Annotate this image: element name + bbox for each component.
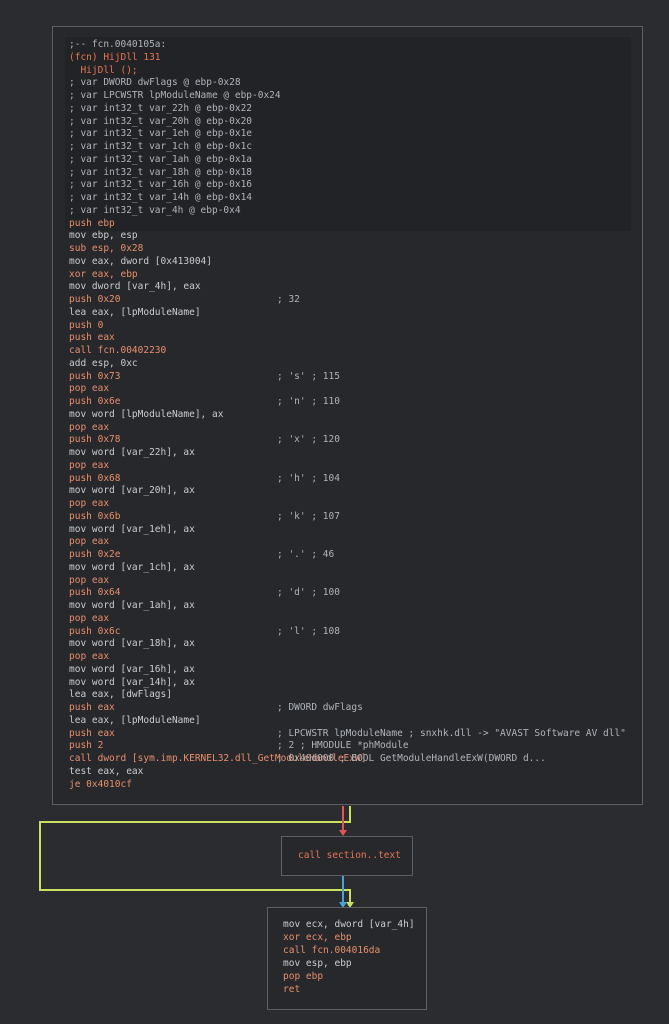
epilogue-line[interactable]: mov esp, ebp bbox=[283, 958, 352, 970]
header-line: ; var int32_t var_1ah @ ebp-0x1a bbox=[69, 153, 253, 165]
header-line: ; var DWORD dwFlags @ ebp-0x28 bbox=[69, 77, 241, 89]
instruction-line[interactable]: push 0 bbox=[69, 320, 103, 332]
instruction-comment: ; '.' ; 46 bbox=[277, 549, 335, 560]
instruction-line[interactable]: push 0x68 bbox=[69, 473, 120, 485]
header-line: ; var int32_t var_16h @ ebp-0x16 bbox=[69, 179, 253, 191]
instruction-line[interactable]: mov word [var_1ah], ax bbox=[69, 600, 195, 612]
instruction-comment: ; DWORD dwFlags bbox=[277, 702, 363, 713]
instruction-line[interactable]: call fcn.00402230 bbox=[69, 345, 166, 357]
instruction-line[interactable]: xor eax, ebp bbox=[69, 269, 138, 281]
epilogue-line[interactable]: call fcn.004016da bbox=[283, 945, 380, 957]
instruction-comment: ; LPCWSTR lpModuleName ; snxhk.dll -> "A… bbox=[277, 727, 626, 739]
instruction-comment: ; 2 ; HMODULE *phModule bbox=[277, 740, 409, 752]
instruction-line[interactable]: mov word [var_16h], ax bbox=[69, 664, 195, 676]
instruction-line[interactable]: mov word [lpModuleName], ax bbox=[69, 409, 223, 421]
instruction-comment: ; 0x40d000 ; BOOL GetModuleHandleExW(DWO… bbox=[277, 753, 546, 764]
instruction-line[interactable]: mov word [var_18h], ax bbox=[69, 638, 195, 650]
instruction-line[interactable]: pop eax bbox=[69, 422, 109, 434]
header-line: ; var int32_t var_1ch @ ebp-0x1c bbox=[69, 141, 253, 152]
instruction-line[interactable]: mov word [var_22h], ax bbox=[69, 447, 195, 459]
instruction-line[interactable]: test eax, eax bbox=[69, 766, 143, 778]
instruction-line[interactable]: push 0x2e bbox=[69, 549, 120, 561]
instruction-line[interactable]: sub esp, 0x28 bbox=[69, 243, 143, 255]
basic-block-epilogue[interactable]: mov ecx, dword [var_4h] xor ecx, ebp call … bbox=[267, 907, 427, 1010]
mid-instruction: call section..text bbox=[298, 850, 401, 861]
instruction-line[interactable]: mov word [var_1ch], ax bbox=[69, 562, 195, 574]
epilogue-line[interactable]: mov ecx, dword [var_4h] bbox=[283, 919, 415, 931]
instruction-line[interactable]: mov eax, dword [0x413004] bbox=[69, 256, 212, 268]
basic-block-call-section[interactable]: call section..text bbox=[281, 836, 413, 876]
instruction-line[interactable]: push 0x6b bbox=[69, 511, 120, 523]
epilogue-line[interactable]: ret bbox=[283, 984, 300, 996]
instruction-line[interactable]: add esp, 0xc bbox=[69, 358, 138, 370]
epilogue-line[interactable]: xor ecx, ebp bbox=[283, 932, 352, 944]
instruction-comment: ; 'h' ; 104 bbox=[277, 472, 340, 484]
instruction-line[interactable]: push ebp bbox=[69, 218, 115, 230]
header-line: ; var int32_t var_4h @ ebp-0x4 bbox=[69, 204, 241, 216]
instruction-line[interactable]: push 2 bbox=[69, 740, 103, 752]
instruction-line[interactable]: mov dword [var_4h], eax bbox=[69, 281, 201, 293]
instruction-line[interactable]: push 0x73 bbox=[69, 371, 120, 383]
header-line: ; var int32_t var_18h @ ebp-0x18 bbox=[69, 166, 253, 178]
instruction-line[interactable]: push 0x78 bbox=[69, 434, 120, 446]
header-line: ; var int32_t var_20h @ ebp-0x20 bbox=[69, 115, 253, 127]
header-line: ; var int32_t var_1eh @ ebp-0x1e bbox=[69, 128, 253, 140]
instruction-line[interactable]: push eax bbox=[69, 702, 115, 714]
instruction-line[interactable]: je 0x4010cf bbox=[69, 779, 132, 791]
instruction-line[interactable]: mov word [var_20h], ax bbox=[69, 485, 195, 497]
instruction-line[interactable]: mov ebp, esp bbox=[69, 230, 138, 242]
header-line: HijDll (); bbox=[69, 64, 138, 76]
instruction-line[interactable]: push 0x6c bbox=[69, 626, 120, 638]
instruction-line[interactable]: lea eax, [dwFlags] bbox=[69, 689, 172, 701]
instruction-line[interactable]: mov word [var_1eh], ax bbox=[69, 524, 195, 536]
instruction-comment: ; 'n' ; 110 bbox=[277, 396, 340, 407]
instruction-comment: ; 's' ; 115 bbox=[277, 370, 340, 382]
instruction-line[interactable]: push 0x6e bbox=[69, 396, 120, 408]
instruction-line[interactable]: pop eax bbox=[69, 575, 109, 587]
instruction-comment: ; 'k' ; 107 bbox=[277, 510, 340, 522]
instruction-line[interactable]: pop eax bbox=[69, 383, 109, 395]
instruction-line[interactable]: push 0x20 bbox=[69, 294, 120, 306]
instruction-line[interactable]: push eax bbox=[69, 728, 115, 740]
instruction-line[interactable]: mov word [var_14h], ax bbox=[69, 677, 195, 689]
header-line: ; var int32_t var_22h @ ebp-0x22 bbox=[69, 102, 253, 114]
instruction-comment: ; 'x' ; 120 bbox=[277, 434, 340, 446]
instruction-line[interactable]: push 0x64 bbox=[69, 587, 120, 599]
instruction-comment: ; 32 bbox=[277, 294, 300, 305]
instruction-line[interactable]: push eax bbox=[69, 332, 115, 344]
header-line: ;-- fcn.0040105a: bbox=[69, 39, 167, 50]
basic-block-main[interactable]: ;-- fcn.0040105a: (fcn) HijDll 131 HijDll… bbox=[52, 26, 643, 805]
header-line: (fcn) HijDll 131 bbox=[69, 51, 161, 63]
instruction-comment: ; 'l' ; 108 bbox=[277, 625, 340, 637]
epilogue-line[interactable]: pop ebp bbox=[283, 971, 323, 983]
header-line: ; var int32_t var_14h @ ebp-0x14 bbox=[69, 192, 253, 203]
instruction-comment: ; 'd' ; 100 bbox=[277, 587, 340, 599]
instruction-line[interactable]: pop eax bbox=[69, 613, 109, 625]
instruction-line[interactable]: lea eax, [lpModuleName] bbox=[69, 715, 201, 727]
instruction-line[interactable]: pop eax bbox=[69, 460, 109, 472]
instruction-line[interactable]: pop eax bbox=[69, 651, 109, 663]
instruction-line[interactable]: lea eax, [lpModuleName] bbox=[69, 307, 201, 319]
instruction-line[interactable]: pop eax bbox=[69, 536, 109, 548]
header-line: ; var LPCWSTR lpModuleName @ ebp-0x24 bbox=[69, 90, 281, 101]
instruction-line[interactable]: pop eax bbox=[69, 498, 109, 510]
